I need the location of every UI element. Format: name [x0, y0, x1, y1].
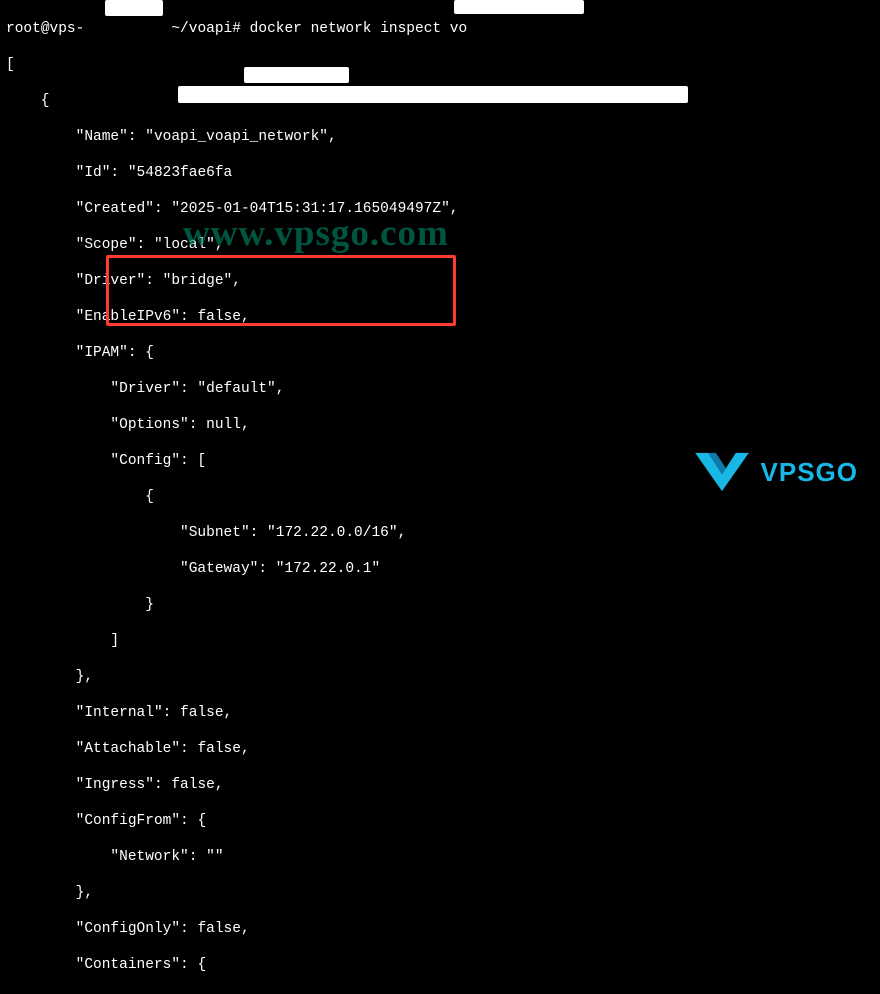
json-line: "Driver": "default", [6, 380, 874, 398]
json-line: "EnableIPv6": false, [6, 308, 874, 326]
json-line: [ [6, 56, 874, 74]
json-line: "Id": "54823fae6fa [6, 164, 874, 182]
json-line: ] [6, 632, 874, 650]
json-line: "Driver": "bridge", [6, 272, 874, 290]
json-line: "Config": [ [6, 452, 874, 470]
redaction-box [105, 0, 163, 16]
json-line: { [6, 488, 874, 506]
json-line: "IPAM": { [6, 344, 874, 362]
json-line: "ConfigFrom": { [6, 812, 874, 830]
redaction-box [454, 0, 584, 14]
json-line: "Options": null, [6, 416, 874, 434]
redaction-box [178, 86, 688, 103]
json-gateway-line: "Gateway": "172.22.0.1" [6, 560, 874, 578]
prompt-user: root [6, 21, 41, 37]
command: docker network inspect vo [250, 21, 468, 37]
prompt-line[interactable]: root@vps- ~/voapi# docker network inspec… [6, 20, 874, 38]
json-line: "Ingress": false, [6, 776, 874, 794]
json-line: } [6, 596, 874, 614]
json-line: }, [6, 668, 874, 686]
json-line: "Network": "" [6, 848, 874, 866]
json-line: "Name": "voapi_voapi_network", [6, 128, 874, 146]
json-line: "Attachable": false, [6, 740, 874, 758]
json-line: "Internal": false, [6, 704, 874, 722]
json-line: "Scope": "local", [6, 236, 874, 254]
json-line: }, [6, 884, 874, 902]
terminal-output: root@vps- ~/voapi# docker network inspec… [0, 0, 880, 994]
redaction-box [244, 67, 349, 83]
json-line: "Created": "2025-01-04T15:31:17.16504949… [6, 200, 874, 218]
json-subnet-line: "Subnet": "172.22.0.0/16", [6, 524, 874, 542]
json-line: "ConfigOnly": false, [6, 920, 874, 938]
json-line: "Containers": { [6, 956, 874, 974]
